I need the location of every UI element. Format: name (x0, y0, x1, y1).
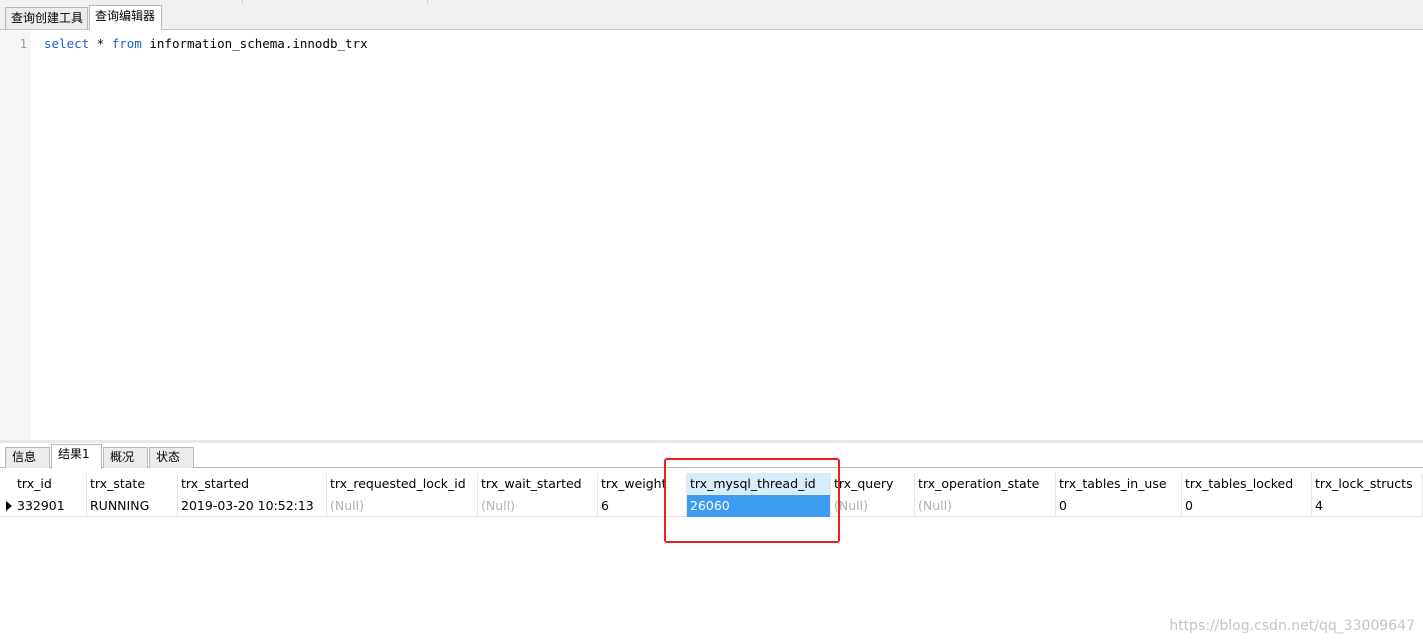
query-tab-strip: 查询创建工具 查询编辑器 (0, 0, 1423, 30)
results-tab-strip: 信息 结果1 概况 状态 (0, 443, 1423, 469)
column-header[interactable]: trx_lock_structs (1312, 473, 1423, 495)
table-cell[interactable]: RUNNING (87, 495, 178, 517)
code-table-name: information_schema.innodb_trx (141, 36, 368, 51)
tab-query-editor[interactable]: 查询编辑器 (89, 5, 162, 30)
tab-strip-divider (427, 0, 428, 4)
column-header[interactable]: trx_requested_lock_id (327, 473, 478, 495)
tab-status[interactable]: 状态 (149, 447, 194, 468)
table-cell[interactable]: 0 (1182, 495, 1312, 517)
line-number: 1 (19, 37, 27, 51)
tab-profile[interactable]: 概况 (103, 447, 148, 468)
current-row-arrow-icon (6, 501, 12, 511)
tab-info[interactable]: 信息 (5, 447, 50, 468)
table-row[interactable]: 332901 RUNNING 2019-03-20 10:52:13 (Null… (0, 495, 1423, 517)
sql-code-line[interactable]: select * from information_schema.innodb_… (44, 36, 368, 51)
tab-strip-divider (242, 0, 243, 4)
table-cell[interactable]: 0 (1056, 495, 1182, 517)
table-cell[interactable]: (Null) (327, 495, 478, 517)
table-cell[interactable]: (Null) (831, 495, 915, 517)
column-header[interactable]: trx_tables_locked (1182, 473, 1312, 495)
column-header[interactable]: trx_mysql_thread_id (687, 473, 831, 495)
column-header[interactable]: trx_wait_started (478, 473, 598, 495)
column-header[interactable]: trx_started (178, 473, 327, 495)
column-header[interactable]: trx_id (14, 473, 87, 495)
column-header[interactable]: trx_state (87, 473, 178, 495)
tab-result1[interactable]: 结果1 (51, 444, 102, 469)
keyword-select: select (44, 36, 90, 51)
tab-query-builder[interactable]: 查询创建工具 (5, 7, 88, 29)
keyword-from: from (111, 36, 142, 51)
table-cell[interactable]: (Null) (478, 495, 598, 517)
table-cell[interactable]: 332901 (14, 495, 87, 517)
table-cell[interactable]: (Null) (915, 495, 1056, 517)
results-panel: 信息 结果1 概况 状态 trx_id trx_state trx_starte… (0, 443, 1423, 642)
watermark: https://blog.csdn.net/qq_33009647 (1169, 618, 1415, 634)
table-cell[interactable]: 2019-03-20 10:52:13 (178, 495, 327, 517)
column-header[interactable]: trx_query (831, 473, 915, 495)
code-star: * (89, 36, 112, 51)
sql-editor[interactable]: 1 select * from information_schema.innod… (0, 30, 1423, 440)
column-header[interactable]: trx_weight (598, 473, 687, 495)
grid-header: trx_id trx_state trx_started trx_request… (0, 473, 1423, 495)
column-header[interactable]: trx_tables_in_use (1056, 473, 1182, 495)
table-cell[interactable]: 6 (598, 495, 687, 517)
selected-table-cell[interactable]: 26060 (687, 495, 831, 517)
column-header[interactable]: trx_operation_state (915, 473, 1056, 495)
table-cell[interactable]: 4 (1312, 495, 1423, 517)
line-number-gutter: 1 (0, 30, 31, 440)
